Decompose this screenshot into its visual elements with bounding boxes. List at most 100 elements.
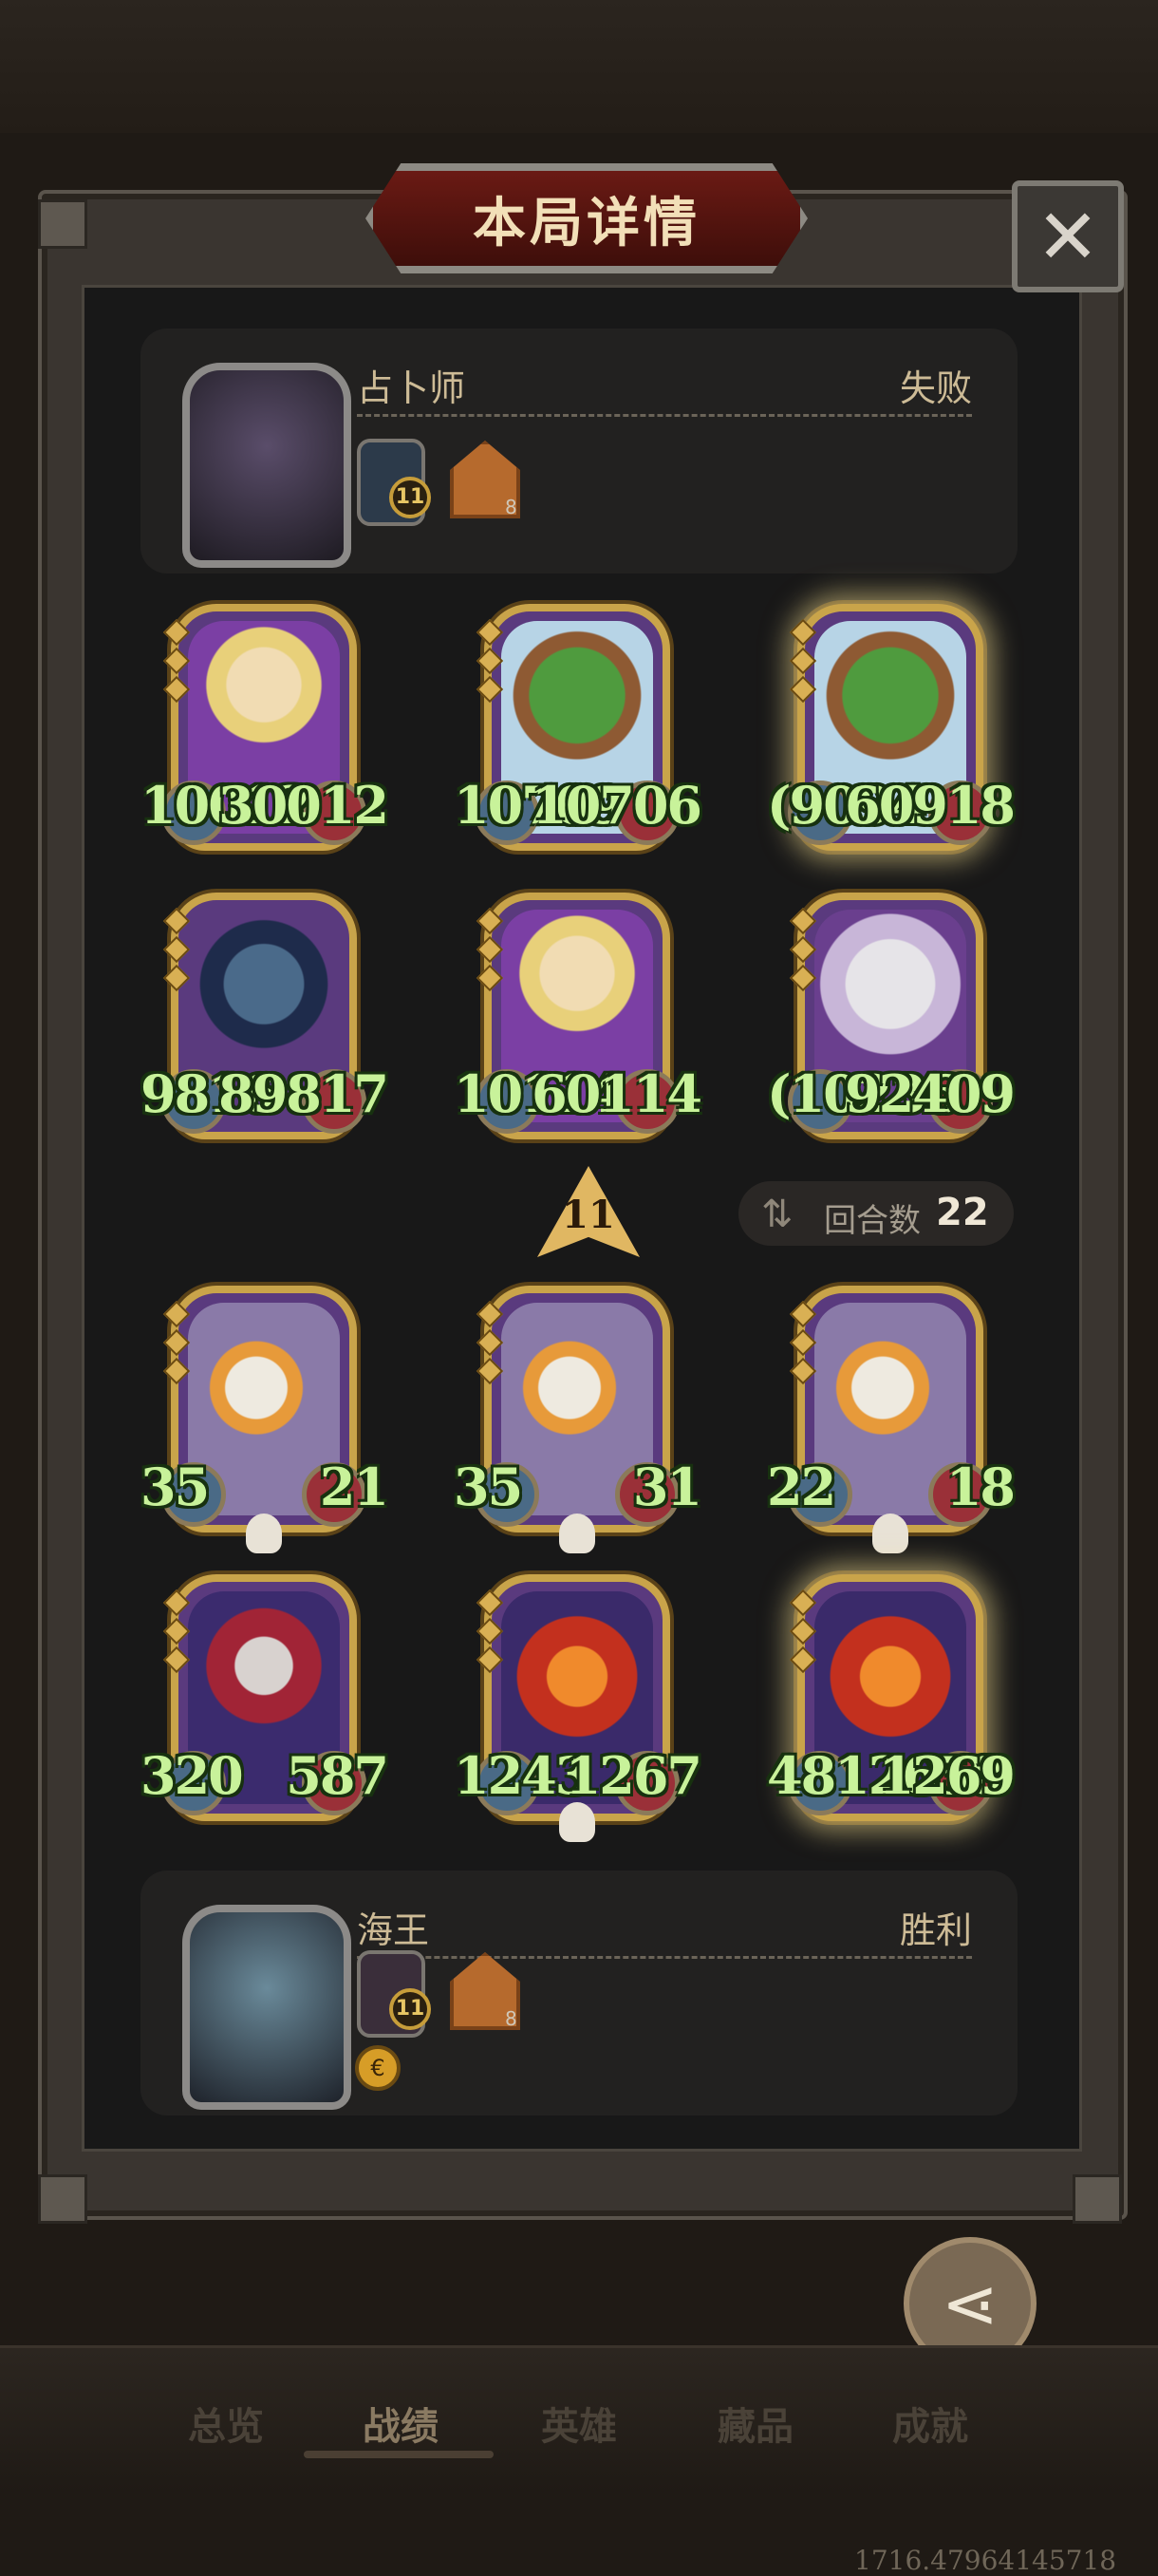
player-name: 占卜师 xyxy=(357,367,466,409)
player-result: 失败 xyxy=(899,367,972,409)
minion-card[interactable]: 35 21 xyxy=(140,1286,389,1553)
deathrattle-skull-icon xyxy=(872,1514,908,1553)
deathrattle-skull-icon xyxy=(559,1514,595,1553)
tier-number: 11 xyxy=(562,1193,615,1237)
minion-card[interactable]: 22 18 xyxy=(767,1286,1016,1553)
star-pip-icon xyxy=(162,907,191,935)
minion-card[interactable]: 35 31 xyxy=(454,1286,702,1553)
minion-card[interactable]: 4812658 1269 xyxy=(767,1574,1016,1821)
health-value: 60114 xyxy=(532,1063,702,1124)
minion-card[interactable]: (9094 60918 xyxy=(767,604,1016,851)
health-value: 60918 xyxy=(845,775,1016,836)
share-icon: ⋖ xyxy=(941,2264,999,2343)
star-pips xyxy=(476,618,504,708)
star-pips xyxy=(789,618,817,708)
health-value: 587 xyxy=(286,1745,389,1806)
tab-overview[interactable]: 总览 xyxy=(188,2396,264,2451)
star-pip-icon xyxy=(476,907,504,935)
star-pip-icon xyxy=(789,1357,817,1385)
health-value: 89817 xyxy=(218,1063,389,1124)
round-counter: ⇅ 回合数 22 xyxy=(738,1181,1014,1246)
divider xyxy=(357,414,972,417)
star-pip-icon xyxy=(162,618,191,647)
star-pip-icon xyxy=(162,1328,191,1357)
coordinate-readout: 1716.47964145718 xyxy=(854,2545,1117,2576)
star-pips xyxy=(476,1300,504,1390)
tab-achievements[interactable]: 成就 xyxy=(892,2396,968,2451)
tavern-count: 8 xyxy=(505,2007,517,2030)
hero-portrait-fortune-teller[interactable] xyxy=(182,363,351,568)
health-value: 10706 xyxy=(532,775,702,836)
minion-card[interactable]: (10236 92409 xyxy=(767,893,1016,1139)
attack-value: 22 xyxy=(767,1457,836,1517)
page-title: 本局详情 xyxy=(473,192,700,254)
player-result: 胜利 xyxy=(899,1909,972,1951)
star-pips xyxy=(789,907,817,997)
star-pip-icon xyxy=(789,1328,817,1357)
close-icon: ✕ xyxy=(1036,192,1100,281)
health-value: 31 xyxy=(632,1457,702,1517)
close-button[interactable]: ✕ xyxy=(1012,180,1124,292)
star-pip-icon xyxy=(789,618,817,647)
top-backdrop xyxy=(0,0,1158,133)
star-pip-icon xyxy=(162,1300,191,1328)
star-pip-icon xyxy=(476,1645,504,1674)
star-pip-icon xyxy=(476,1300,504,1328)
star-pip-icon xyxy=(789,647,817,675)
star-pip-icon xyxy=(789,1589,817,1617)
star-pip-icon xyxy=(162,647,191,675)
active-tab-indicator xyxy=(304,2451,494,2458)
star-pips xyxy=(162,907,191,997)
attack-value: 35 xyxy=(140,1457,210,1517)
star-pip-icon xyxy=(476,675,504,704)
round-value: 22 xyxy=(936,1191,989,1234)
frame-corner-br xyxy=(1073,2174,1122,2224)
star-pip-icon xyxy=(476,618,504,647)
hero-portrait-sea-king[interactable] xyxy=(182,1905,351,2110)
frame-corner-tl xyxy=(38,199,87,249)
relic-level-badge: 11 xyxy=(389,1988,431,2030)
divider xyxy=(357,1956,972,1959)
tab-heroes[interactable]: 英雄 xyxy=(541,2396,617,2451)
star-pip-icon xyxy=(162,1645,191,1674)
star-pip-icon xyxy=(476,1357,504,1385)
attack-value: 320 xyxy=(140,1745,244,1806)
tab-collection[interactable]: 藏品 xyxy=(718,2396,794,2451)
star-pip-icon xyxy=(789,907,817,935)
star-pip-icon xyxy=(162,675,191,704)
minion-card[interactable]: 10114 60114 xyxy=(454,893,702,1139)
health-value: 1269 xyxy=(878,1745,1016,1806)
deathrattle-skull-icon xyxy=(559,1802,595,1842)
tavern-count: 8 xyxy=(505,496,517,518)
star-pip-icon xyxy=(789,1300,817,1328)
top-player-card: 占卜师 失败 11 8 xyxy=(140,329,1018,573)
minion-card[interactable]: 1243 1267 xyxy=(454,1574,702,1842)
bottom-nav: 总览 战绩 英雄 藏品 成就 xyxy=(0,2345,1158,2492)
minion-card[interactable]: 320 587 xyxy=(140,1574,389,1821)
tab-records[interactable]: 战绩 xyxy=(363,2396,439,2451)
minion-card[interactable]: 10012 30012 xyxy=(140,604,389,851)
star-pip-icon xyxy=(162,1589,191,1617)
health-value: 1267 xyxy=(565,1745,702,1806)
player-name: 海王 xyxy=(357,1909,430,1951)
minion-card[interactable]: 9816 89817 xyxy=(140,893,389,1139)
star-pip-icon xyxy=(789,964,817,992)
gold-trinket-icon[interactable]: € xyxy=(355,2045,401,2091)
star-pip-icon xyxy=(476,964,504,992)
star-pip-icon xyxy=(476,935,504,964)
star-pip-icon xyxy=(789,1617,817,1645)
star-pip-icon xyxy=(476,647,504,675)
swap-arrows-icon: ⇅ xyxy=(761,1193,794,1236)
star-pip-icon xyxy=(476,1328,504,1357)
star-pips xyxy=(789,1300,817,1390)
bottom-player-card: 海王 胜利 11 8 € xyxy=(140,1871,1018,2115)
frame-corner-bl xyxy=(38,2174,87,2224)
relic-level-badge: 11 xyxy=(389,477,431,518)
deathrattle-skull-icon xyxy=(246,1514,282,1553)
health-value: 18 xyxy=(945,1457,1016,1517)
star-pip-icon xyxy=(162,935,191,964)
minion-card[interactable]: 10709 10706 xyxy=(454,604,702,851)
star-pips xyxy=(162,1300,191,1390)
star-pip-icon xyxy=(476,1617,504,1645)
title-plate: 本局详情 xyxy=(365,163,808,273)
